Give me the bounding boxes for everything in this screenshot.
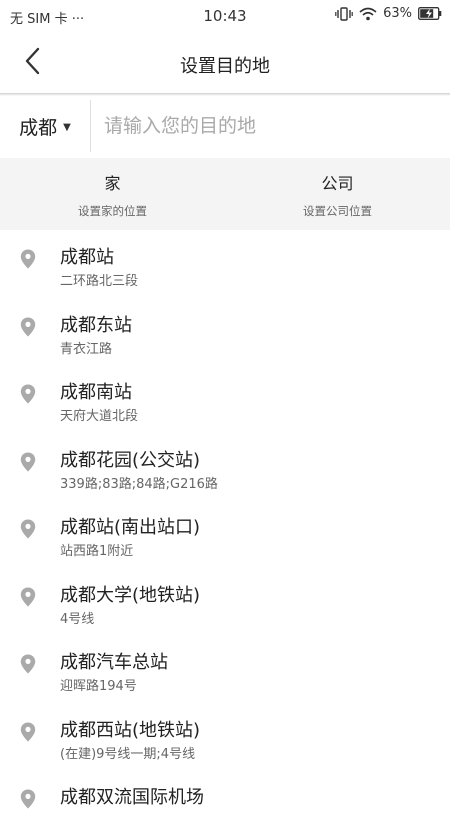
quick-locations: 家 设置家的位置 公司 设置公司位置 [0,158,450,230]
list-item[interactable]: 成都站(南出站口) 站西路1附近 [0,500,450,568]
result-address: 4号线 [60,611,95,627]
location-pin-icon [20,317,36,336]
location-pin-icon [20,789,36,809]
destination-search-input[interactable] [104,106,434,146]
list-item[interactable]: 成都南站 天府大道北段 [0,365,450,433]
result-name: 成都大学(地铁站) [60,584,201,606]
caret-down-icon: ▼ [63,121,71,133]
result-address: 339路;83路;84路;G216路 [60,476,218,492]
result-address: 站西路1附近 [60,544,134,559]
result-name: 成都站 [60,247,114,268]
result-name: 成都南站 [60,382,132,403]
list-item[interactable]: 成都西站(地铁站) (在建)9号线一期;4号线 [0,703,450,771]
set-company-button[interactable]: 公司 设置公司位置 [225,158,450,230]
list-item[interactable]: 成都双流国际机场 [0,770,450,838]
location-pin-icon [20,722,36,741]
vibrate-icon [335,6,353,21]
wifi-icon [359,7,377,21]
result-address: 二环路北三段 [60,274,139,289]
location-pin-icon [20,654,36,674]
list-item[interactable]: 成都汽车总站 迎晖路194号 [0,635,450,703]
status-icons: 63% [335,6,442,21]
results-list: 成都站 二环路北三段 成都东站 青衣江路 成都南站 天府大道北段 成都花园(公交… [0,230,450,838]
page-title: 设置目的地 [180,56,270,77]
result-name: 成都花园(公交站) [60,449,201,471]
result-name: 成都西站(地铁站) [60,719,201,741]
city-name: 成都 [19,116,58,139]
search-row: 成都 ▼ [0,96,450,156]
header-bar: 设置目的地 [0,32,450,94]
company-label: 公司 [321,173,354,193]
home-subtitle: 设置家的位置 [78,203,147,218]
location-pin-icon [20,519,36,539]
location-pin-icon [20,384,36,404]
result-name: 成都站(南出站口) [60,517,201,538]
list-item[interactable]: 成都站 二环路北三段 [0,230,450,298]
list-item[interactable]: 成都花园(公交站) 339路;83路;84路;G216路 [0,433,450,501]
result-address: 天府大道北段 [60,409,139,424]
battery-percent: 63% [383,6,412,21]
divider [90,100,91,152]
result-address: 青衣江路 [60,341,113,357]
status-bar: 无 SIM 卡 ··· 10:43 63% [0,0,450,32]
company-subtitle: 设置公司位置 [303,203,372,218]
list-item[interactable]: 成都东站 青衣江路 [0,298,450,366]
list-item[interactable]: 成都大学(地铁站) 4号线 [0,568,450,636]
home-label: 家 [104,173,121,193]
result-name: 成都汽车总站 [60,652,168,673]
city-selector[interactable]: 成都 ▼ [0,96,90,156]
result-address: (在建)9号线一期;4号线 [60,746,196,762]
location-pin-icon [20,452,36,471]
location-pin-icon [20,249,36,269]
location-pin-icon [20,587,36,606]
set-home-button[interactable]: 家 设置家的位置 [0,158,225,230]
result-name: 成都东站 [60,314,132,336]
battery-charging-icon [418,7,442,20]
result-name: 成都双流国际机场 [60,787,204,808]
result-address: 迎晖路194号 [60,679,137,694]
